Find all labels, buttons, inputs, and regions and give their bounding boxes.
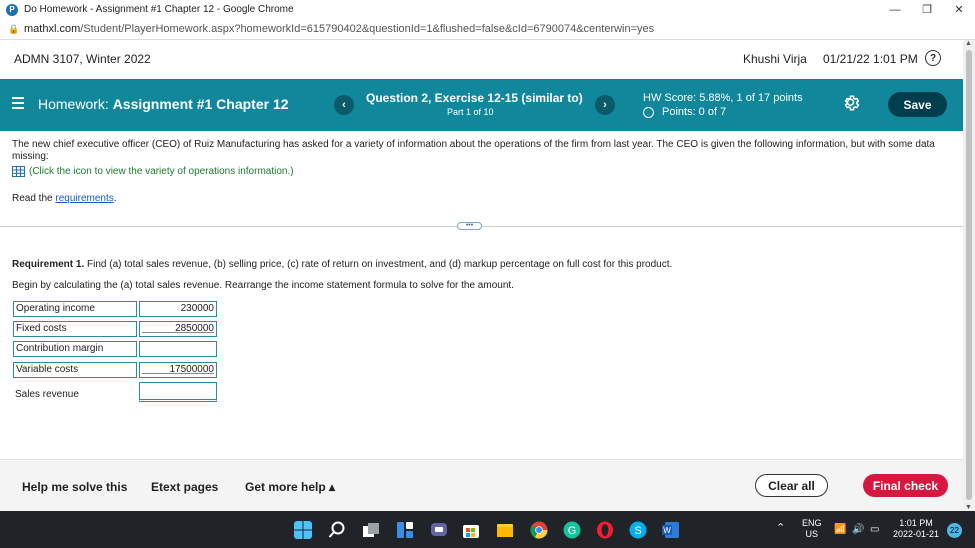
widgets-icon[interactable] — [396, 521, 414, 539]
svg-text:G: G — [568, 525, 577, 537]
volume-icon[interactable]: 🔊 — [852, 524, 864, 535]
scroll-thumb[interactable] — [966, 50, 972, 500]
user-name: Khushi Virja — [743, 52, 807, 66]
hw-score: HW Score: 5.88%, 1 of 17 points — [643, 92, 803, 104]
close-button[interactable]: ✕ — [943, 0, 975, 19]
clear-all-button[interactable]: Clear all — [755, 474, 828, 497]
etext-pages-button[interactable]: Etext pages — [151, 480, 218, 494]
lang-label: ENG — [802, 518, 822, 528]
row-value-input[interactable]: 17500000 — [139, 362, 217, 378]
row-label: Sales revenue — [15, 389, 79, 400]
homework-title: Homework: Assignment #1 Chapter 12 — [38, 96, 289, 112]
final-check-button[interactable]: Final check — [863, 474, 948, 497]
browser-title-bar: P Do Homework - Assignment #1 Chapter 12… — [0, 0, 975, 19]
file-explorer-icon[interactable] — [496, 521, 514, 539]
requirement-1-label: Requirement 1. — [12, 259, 85, 270]
question-content: The new chief executive officer (CEO) of… — [0, 131, 963, 459]
get-more-help-button[interactable]: Get more help ▴ — [245, 480, 335, 494]
course-name: ADMN 3107, Winter 2022 — [14, 52, 151, 66]
svg-text:S: S — [634, 525, 641, 537]
help-me-solve-button[interactable]: Help me solve this — [22, 480, 127, 494]
clock[interactable]: 1:01 PM 2022-01-21 — [893, 518, 939, 540]
window-title: Do Homework - Assignment #1 Chapter 12 -… — [24, 4, 294, 15]
course-header: ADMN 3107, Winter 2022 Khushi Virja 01/2… — [0, 40, 963, 79]
points: Points: 0 of 7 — [643, 106, 726, 118]
row-value-input[interactable]: 2850000 — [139, 321, 217, 337]
url-host: mathxl.com — [24, 23, 81, 35]
row-label-select[interactable]: Variable costs — [13, 362, 137, 378]
points-label: Points: 0 of 7 — [662, 106, 727, 118]
search-icon[interactable] — [328, 521, 346, 539]
store-icon[interactable] — [462, 521, 480, 539]
row-value-input[interactable] — [139, 341, 217, 357]
restore-button[interactable]: ❐ — [911, 0, 943, 19]
word-icon[interactable]: W — [662, 521, 680, 539]
help-icon[interactable]: ? — [925, 50, 941, 66]
read-suffix: . — [113, 193, 117, 204]
url-path: /Student/PlayerHomework.aspx?homeworkId=… — [80, 23, 655, 35]
points-circle-icon — [643, 106, 654, 118]
input-language[interactable]: ENG US — [802, 518, 822, 540]
read-requirements: Read the requirements. — [12, 193, 117, 204]
assignment-name: Assignment #1 Chapter 12 — [112, 96, 289, 112]
windows-taskbar: G S W ⌃ ENG US 📶 🔊 ▭ 1:01 PM 2022-01-21 … — [0, 511, 975, 548]
underline — [142, 373, 214, 374]
homework-bar: Homework: Assignment #1 Chapter 12 ‹ Que… — [0, 79, 963, 131]
settings-gear-icon[interactable] — [843, 94, 861, 112]
show-hidden-icons-chevron-up-icon[interactable]: ⌃ — [776, 523, 785, 534]
save-button[interactable]: Save — [888, 92, 947, 117]
clock-time: 1:01 PM — [899, 518, 933, 528]
grammarly-icon[interactable]: G — [563, 521, 581, 539]
wifi-icon[interactable]: 📶 — [834, 524, 846, 535]
svg-text:W: W — [663, 526, 671, 535]
skype-icon[interactable]: S — [629, 521, 647, 539]
lock-icon[interactable]: 🔒 — [8, 24, 19, 35]
row-value-input[interactable] — [139, 382, 217, 402]
clock-date: 2022-01-21 — [893, 529, 940, 539]
operations-info-link[interactable]: (Click the icon to view the variety of o… — [12, 166, 294, 177]
pearson-favicon-icon: P — [6, 3, 18, 16]
data-table-icon[interactable] — [12, 166, 25, 177]
question-part: Part 1 of 10 — [447, 107, 494, 117]
instruction-text: Begin by calculating the (a) total sales… — [12, 280, 514, 291]
next-question-button[interactable]: › — [595, 95, 615, 115]
scroll-down-icon[interactable]: ▼ — [965, 504, 972, 511]
homework-prefix: Homework: — [38, 96, 109, 112]
question-title: Question 2, Exercise 12-15 (similar to) — [366, 91, 583, 105]
task-view-icon[interactable] — [362, 521, 380, 539]
requirement-1-text: Find (a) total sales revenue, (b) sellin… — [84, 259, 673, 270]
chrome-icon[interactable] — [530, 521, 548, 539]
region-label: US — [805, 529, 819, 539]
intro-text: The new chief executive officer (CEO) of… — [12, 139, 935, 162]
page-scrollbar[interactable]: ▲ ▼ — [963, 40, 975, 511]
address-bar[interactable]: 🔒 mathxl.com /Student/PlayerHomework.asp… — [0, 19, 975, 40]
windows-start-icon[interactable] — [294, 521, 312, 539]
read-prefix: Read the — [12, 193, 56, 204]
teams-chat-icon[interactable] — [430, 521, 448, 539]
opera-icon[interactable] — [596, 521, 614, 539]
row-label-select[interactable]: Fixed costs — [13, 321, 137, 337]
row-label-select[interactable]: Operating income — [13, 301, 137, 317]
requirements-link[interactable]: requirements — [55, 193, 113, 204]
previous-question-button[interactable]: ‹ — [334, 95, 354, 115]
row-value-input[interactable]: 230000 — [139, 301, 217, 317]
click-icon-text: (Click the icon to view the variety of o… — [29, 166, 294, 177]
menu-icon[interactable] — [12, 97, 24, 109]
battery-icon[interactable]: ▭ — [870, 524, 879, 535]
bottom-action-bar: Help me solve this Etext pages Get more … — [0, 459, 963, 511]
notification-badge[interactable]: 22 — [947, 523, 962, 538]
requirement-1: Requirement 1. Find (a) total sales reve… — [12, 259, 672, 270]
scroll-up-icon[interactable]: ▲ — [965, 40, 972, 47]
underline — [142, 332, 214, 333]
expand-toggle[interactable]: ••• — [457, 222, 482, 230]
date-time: 01/21/22 1:01 PM — [823, 52, 918, 66]
row-label-select[interactable]: Contribution margin — [13, 341, 137, 357]
minimize-button[interactable]: — — [879, 0, 911, 19]
window-controls: — ❐ ✕ — [879, 0, 975, 19]
